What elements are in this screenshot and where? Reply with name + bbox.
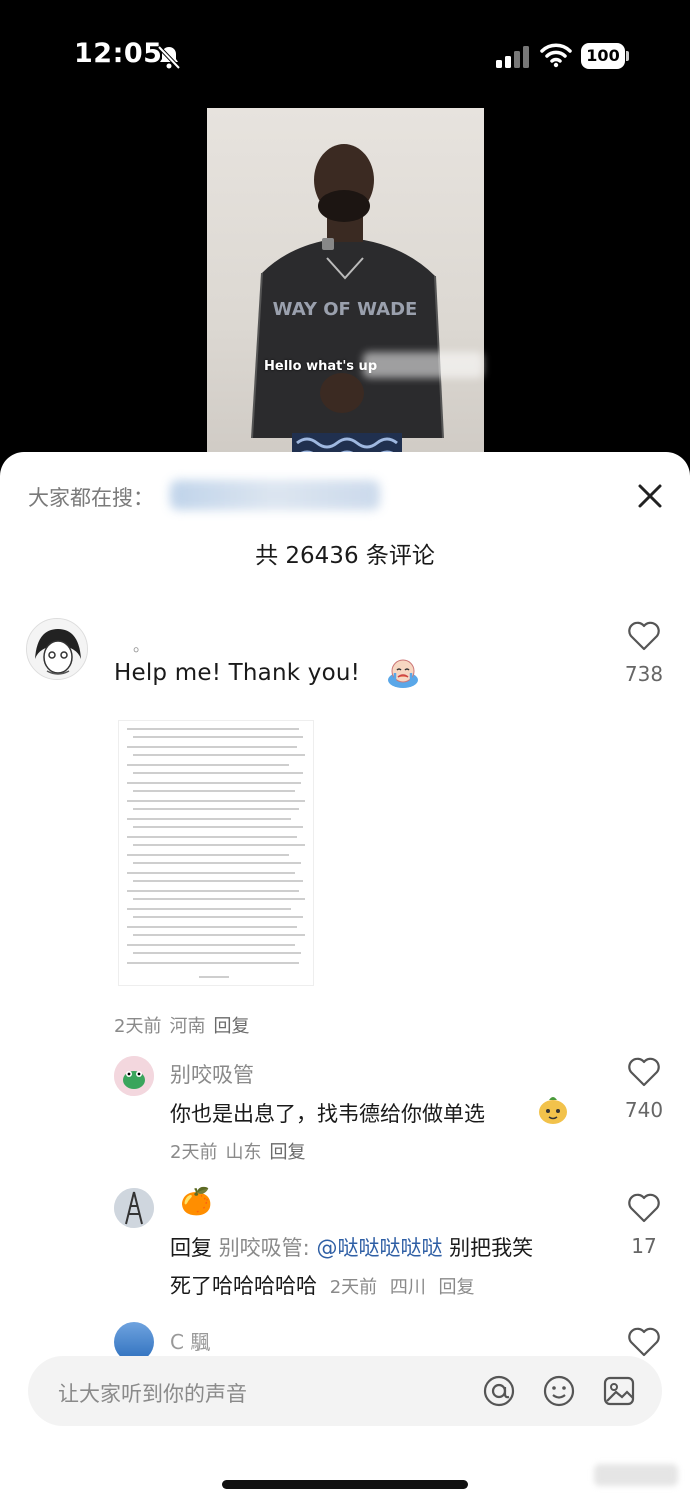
avatar[interactable] (26, 618, 88, 680)
sticker-emoji-icon (539, 1097, 567, 1124)
like-count: 17 (631, 1234, 657, 1258)
worksheet-image (127, 728, 305, 978)
svg-text:WAY OF WADE: WAY OF WADE (273, 299, 418, 320)
comment-image[interactable] (118, 720, 314, 986)
comment-text-line: 回复 别咬吸管: @哒哒哒哒哒 别把我笑 (170, 1232, 533, 1262)
watermark-overlay (594, 1464, 678, 1486)
like-count: 740 (624, 1098, 664, 1122)
emoji-icon[interactable] (542, 1374, 576, 1408)
heart-icon[interactable] (627, 620, 661, 652)
avatar[interactable] (114, 1188, 154, 1228)
comment-location: 四川 (389, 1277, 426, 1298)
bell-off-icon (157, 45, 181, 70)
home-indicator[interactable] (222, 1480, 468, 1489)
comment-text-line: 死了哈哈哈哈哈 2天前 四川 回复 (170, 1270, 475, 1300)
heart-icon[interactable] (627, 1326, 661, 1358)
reply-button[interactable]: 回复 (269, 1142, 305, 1163)
comment-text: Help me! Thank you! (114, 660, 361, 686)
close-icon[interactable] (630, 476, 670, 516)
comment-username[interactable]: 🍊 (180, 1187, 212, 1217)
comment-input[interactable]: 让大家听到你的声音 (28, 1356, 662, 1426)
comment-meta: 2天前 山东 回复 (170, 1138, 313, 1164)
comment-count: 共 26436 条评论 (255, 543, 435, 569)
reply-prefix: 回复 (170, 1236, 212, 1260)
at-mention-icon[interactable] (482, 1374, 516, 1408)
comment-username[interactable]: C 颿 (170, 1326, 210, 1355)
comment-time: 2天前 (170, 1142, 218, 1163)
battery-level: 100 (581, 43, 625, 69)
battery-icon: 100 (581, 43, 629, 69)
avatar[interactable] (114, 1056, 154, 1096)
search-hint-label: 大家都在搜： (28, 486, 154, 510)
wifi-icon (540, 43, 572, 68)
status-bar: 12:05 100 (0, 0, 690, 108)
comment-input-placeholder: 让大家听到你的声音 (58, 1382, 247, 1406)
comment-username[interactable]: 别咬吸管 (170, 1059, 254, 1089)
video-player[interactable]: WAY OF WADE (207, 108, 484, 468)
comment-sheet: 大家都在搜： 共 26436 条评论 。 Help me! Thank you!… (0, 452, 690, 1501)
image-icon[interactable] (602, 1374, 636, 1408)
signal-icon (496, 46, 529, 68)
reply-button[interactable]: 回复 (439, 1277, 475, 1298)
video-caption: Hello what's up (264, 359, 378, 374)
mention-link[interactable]: @哒哒哒哒哒 (316, 1236, 442, 1260)
heart-icon[interactable] (627, 1192, 661, 1224)
comment-text: 别把我笑 (449, 1236, 534, 1260)
caption-blur-overlay (363, 352, 483, 378)
heart-icon[interactable] (627, 1056, 661, 1088)
comment-location: 河南 (169, 1016, 206, 1037)
comment-time: 2天前 (114, 1016, 162, 1037)
comment-username[interactable]: 。 (133, 632, 149, 656)
status-time: 12:05 (74, 38, 163, 69)
search-suggestion-link[interactable] (170, 480, 380, 510)
video-frame-image: WAY OF WADE (251, 144, 444, 468)
comment-text: 你也是出息了，找韦德给你做单选 (170, 1102, 485, 1126)
crying-emoji-icon (388, 659, 418, 688)
comment-meta: 2天前 河南 回复 (114, 1012, 257, 1038)
comment-text: 死了哈哈哈哈哈 (170, 1274, 317, 1298)
comment-time: 2天前 (329, 1277, 378, 1298)
reply-button[interactable]: 回复 (213, 1016, 249, 1037)
reply-to-user[interactable]: 别咬吸管: (219, 1236, 310, 1260)
like-count: 738 (624, 662, 664, 686)
comment-location: 山东 (225, 1142, 262, 1163)
